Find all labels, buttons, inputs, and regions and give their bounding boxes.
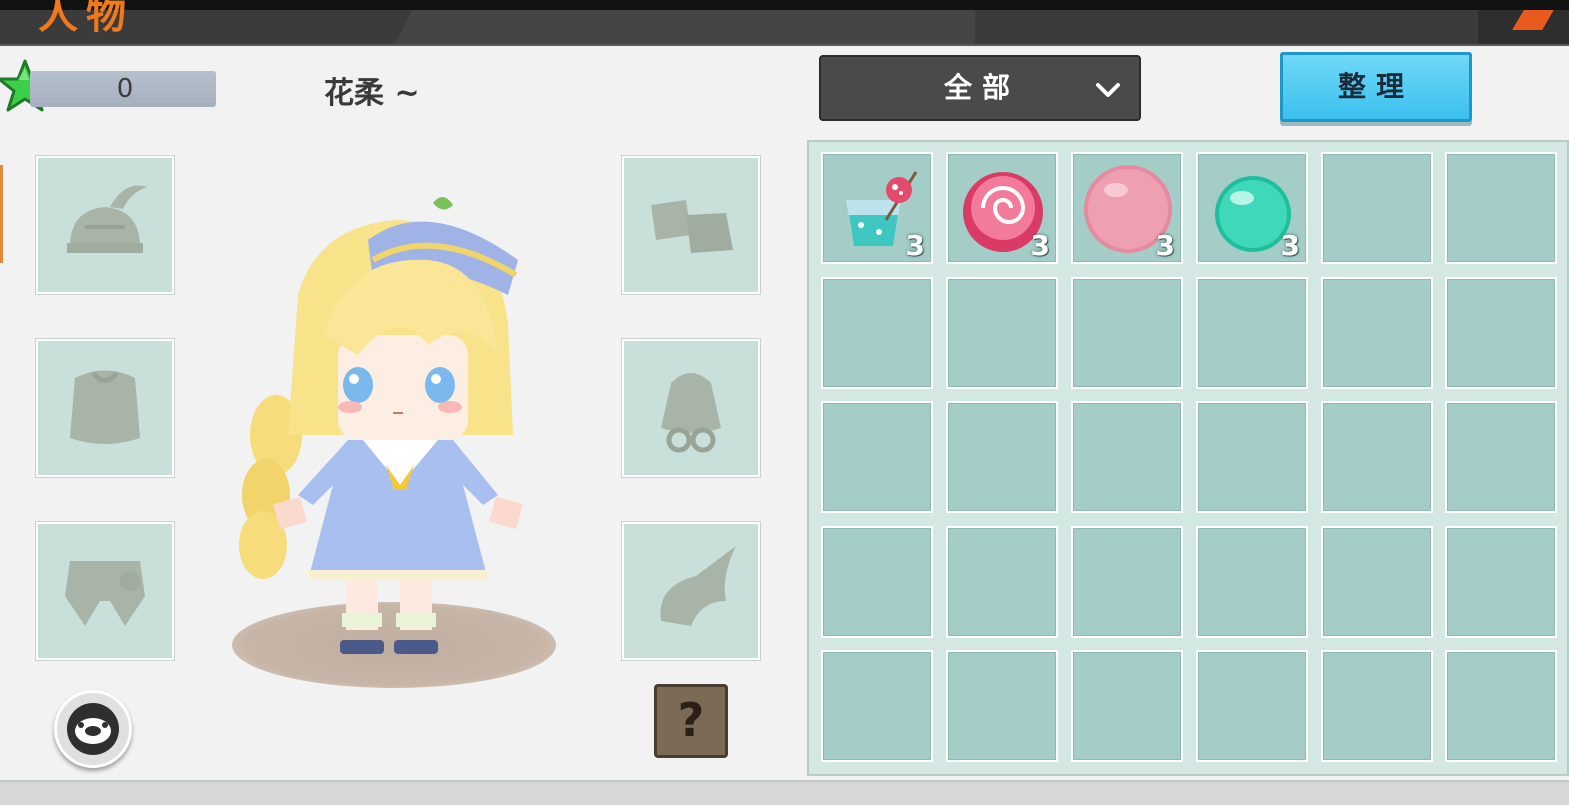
top-strip	[0, 0, 1569, 10]
item-count: 3	[905, 229, 925, 262]
pants-icon	[65, 561, 145, 626]
panel-bottom-edge	[0, 780, 1569, 805]
inventory-slot-26[interactable]	[946, 650, 1058, 762]
boots-icon	[651, 200, 733, 253]
equip-slot-boots[interactable]	[622, 156, 760, 294]
inventory-slot-2[interactable]: 3	[946, 152, 1058, 264]
equip-slot-wings[interactable]	[622, 522, 760, 660]
inventory-slot-25[interactable]	[821, 650, 933, 762]
inventory-slot-9[interactable]	[1071, 277, 1183, 389]
armor-icon	[70, 370, 140, 444]
inventory-slot-3[interactable]: 3	[1071, 152, 1183, 264]
sort-inventory-button[interactable]: 整理	[1280, 52, 1472, 122]
category-filter-dropdown[interactable]: 全部	[819, 55, 1141, 121]
side-tab-indicator[interactable]	[0, 165, 3, 263]
inventory-slot-19[interactable]	[821, 526, 933, 638]
inventory-slot-5[interactable]	[1321, 152, 1433, 264]
topbar-decoration	[395, 10, 975, 44]
inventory-slot-1[interactable]: 3	[821, 152, 933, 264]
equip-slot-armor[interactable]	[36, 339, 174, 477]
helmet-icon	[67, 185, 147, 253]
inventory-slot-7[interactable]	[821, 277, 933, 389]
inventory-slot-8[interactable]	[946, 277, 1058, 389]
inventory-slot-22[interactable]	[1196, 526, 1308, 638]
close-button-fragment[interactable]	[1478, 10, 1569, 44]
inventory-slot-4[interactable]: 3	[1196, 152, 1308, 264]
score-value: 0	[116, 74, 134, 104]
help-button[interactable]: ?	[654, 684, 728, 758]
item-count: 3	[1280, 229, 1300, 262]
inventory-slot-24[interactable]	[1445, 526, 1557, 638]
inventory-grid: 3 3 3 3	[807, 140, 1569, 776]
inventory-slot-28[interactable]	[1196, 650, 1308, 762]
backpack-icon	[661, 373, 721, 453]
inventory-slot-10[interactable]	[1196, 277, 1308, 389]
character-name: 花柔 ~	[324, 76, 420, 111]
item-count: 3	[1030, 229, 1050, 262]
equip-slot-backpack[interactable]	[622, 339, 760, 477]
page-title: 人物	[38, 0, 134, 38]
inventory-slot-12[interactable]	[1445, 277, 1557, 389]
inventory-slot-11[interactable]	[1321, 277, 1433, 389]
sort-button-label: 整理	[1337, 70, 1414, 103]
inventory-slot-18[interactable]	[1445, 401, 1557, 513]
inventory-slot-29[interactable]	[1321, 650, 1433, 762]
wings-icon	[660, 546, 736, 626]
inventory-slot-14[interactable]	[946, 401, 1058, 513]
inventory-slot-13[interactable]	[821, 401, 933, 513]
inventory-slot-17[interactable]	[1321, 401, 1433, 513]
item-count: 3	[1155, 229, 1175, 262]
inventory-slot-16[interactable]	[1196, 401, 1308, 513]
top-bar: 人物	[0, 0, 1569, 46]
inventory-slot-27[interactable]	[1071, 650, 1183, 762]
inventory-slot-21[interactable]	[1071, 526, 1183, 638]
pig-face-icon	[67, 703, 119, 755]
inventory-slot-20[interactable]	[946, 526, 1058, 638]
inventory-slot-15[interactable]	[1071, 401, 1183, 513]
equip-slot-pants[interactable]	[36, 522, 174, 660]
inventory-slot-30[interactable]	[1445, 650, 1557, 762]
question-mark-icon: ?	[677, 693, 705, 747]
avatar-button[interactable]	[54, 690, 132, 768]
inventory-slot-23[interactable]	[1321, 526, 1433, 638]
equip-slot-helmet[interactable]	[36, 156, 174, 294]
character-model	[239, 196, 523, 654]
chevron-down-icon	[1096, 83, 1120, 97]
inventory-slot-6[interactable]	[1445, 152, 1557, 264]
